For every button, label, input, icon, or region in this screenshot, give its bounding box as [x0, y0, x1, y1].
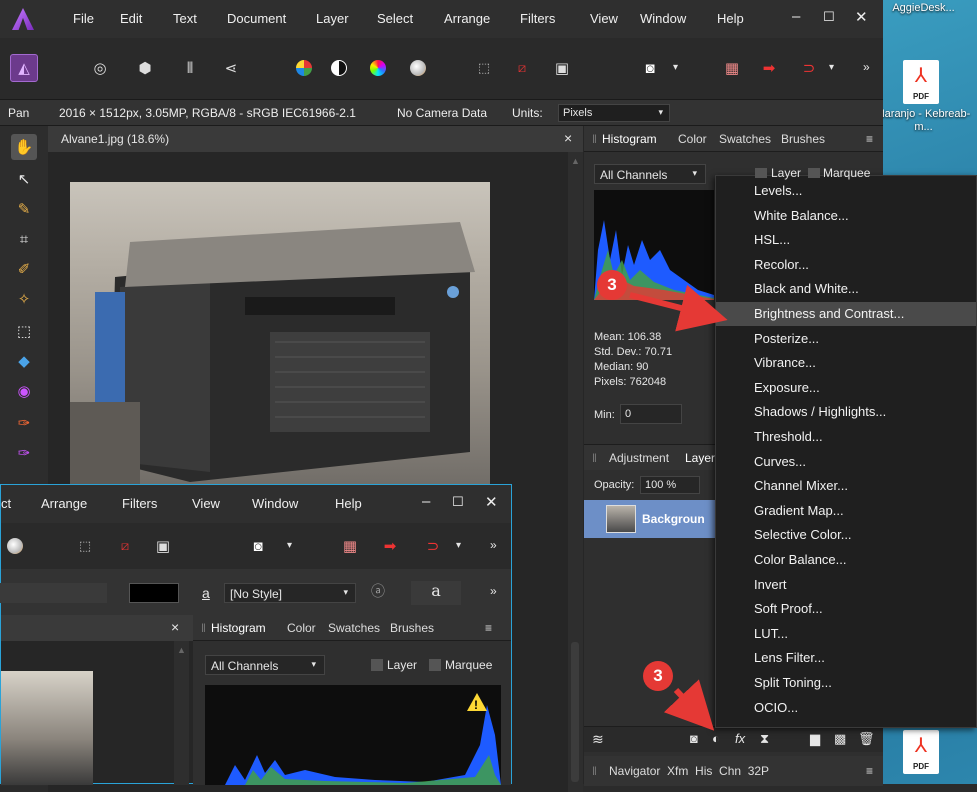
annotation-arrows — [629, 284, 728, 731]
arrow-to-menu-item — [629, 284, 728, 332]
arrow-to-adjustment-icon — [663, 679, 715, 731]
step-badge-2: 3 — [643, 661, 673, 691]
step-badge-1: 3 — [597, 270, 627, 300]
